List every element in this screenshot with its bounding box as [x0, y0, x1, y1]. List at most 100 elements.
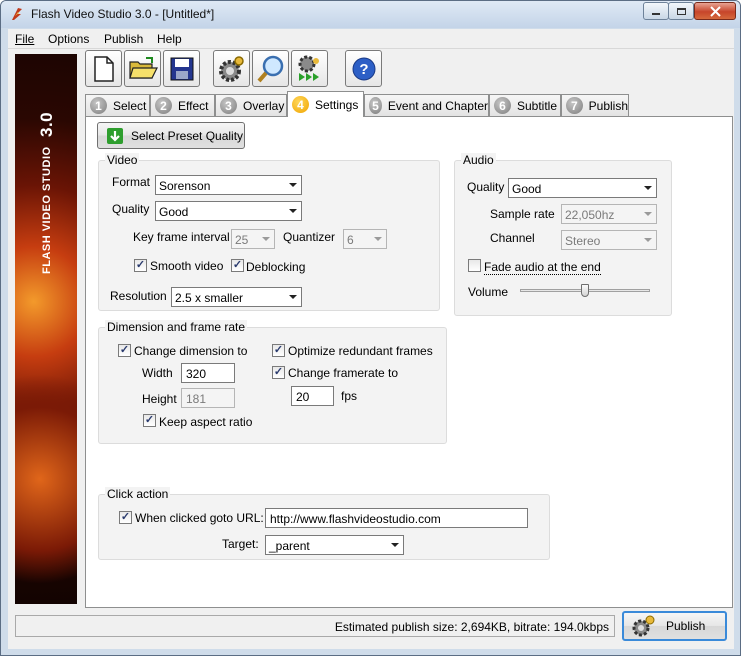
svg-text:?: ? [359, 61, 368, 78]
goto-url-checkbox[interactable]: ✓ [119, 511, 132, 524]
tab-effect[interactable]: 2 Effect [150, 94, 215, 116]
width-value: 320 [186, 367, 207, 381]
change-framerate-checkbox[interactable]: ✓ [272, 366, 285, 379]
menu-file-label: File [15, 32, 35, 46]
tab-number: 4 [292, 96, 309, 113]
app-window: Flash Video Studio 3.0 - [Untitled*] Fil… [0, 0, 741, 656]
maximize-icon [676, 7, 686, 15]
resolution-value: 2.5 x smaller [175, 291, 244, 305]
new-button[interactable] [85, 50, 122, 87]
audio-quality-value: Good [512, 182, 542, 196]
click-action-group-title: Click action [105, 487, 171, 501]
tab-event-and-chapter[interactable]: 5 Event and Chapter [364, 94, 489, 116]
sample-rate-select[interactable]: 22,050hz [561, 204, 657, 224]
client-area: FLASH VIDEO STUDIO 3.0 ? 1 Select 2 Effe… [8, 49, 734, 649]
width-label: Width [142, 366, 173, 380]
tab-label: Event and Chapter [387, 98, 488, 113]
settings-page: Select Preset Quality Video Format Soren… [85, 116, 733, 608]
menu-bar: File Options Publish Help [8, 29, 734, 49]
fade-audio-label: Fade audio at the end [484, 260, 601, 275]
batch-publish-button[interactable] [291, 50, 328, 87]
tab-strip: 1 Select 2 Effect 3 Overlay 4 Settings 5 Even… [85, 91, 733, 117]
menu-file[interactable]: File [15, 32, 34, 46]
url-value: http://www.flashvideostudio.com [270, 512, 441, 526]
help-button[interactable]: ? [345, 50, 382, 87]
chevron-down-icon [289, 295, 297, 299]
publish-button[interactable]: Publish [622, 611, 727, 641]
fps-label: fps [341, 389, 358, 403]
target-select[interactable]: _parent [265, 535, 404, 555]
resolution-label: Resolution [110, 289, 167, 303]
quantizer-label: Quantizer [283, 230, 336, 244]
deblocking-label: Deblocking [246, 260, 306, 274]
audio-quality-select[interactable]: Good [508, 178, 657, 198]
dimension-group-title: Dimension and frame rate [105, 320, 248, 334]
video-quality-select[interactable]: Good [155, 201, 302, 221]
tab-number: 2 [155, 97, 172, 114]
chevron-down-icon [644, 186, 652, 190]
tab-publish[interactable]: 7 Publish [561, 94, 629, 116]
height-label: Height [142, 392, 177, 406]
keyframe-interval-value: 25 [235, 233, 249, 247]
goto-url-label: When clicked goto URL: [135, 511, 264, 525]
keyframe-interval-label: Key frame interval [133, 230, 230, 244]
chevron-down-icon [262, 237, 270, 241]
save-disk-icon [170, 57, 193, 80]
target-label: Target: [222, 537, 259, 551]
video-group-title: Video [105, 153, 140, 167]
tab-label: Subtitle [517, 98, 558, 113]
green-down-arrow-icon [107, 127, 123, 144]
save-button[interactable] [163, 50, 200, 87]
menu-publish[interactable]: Publish [104, 32, 143, 46]
select-preset-quality-button[interactable]: Select Preset Quality [97, 122, 245, 149]
sample-rate-label: Sample rate [490, 207, 555, 221]
keyframe-interval-select[interactable]: 25 [231, 229, 275, 249]
url-input[interactable]: http://www.flashvideostudio.com [265, 508, 528, 528]
menu-options[interactable]: Options [48, 32, 89, 46]
channel-select[interactable]: Stereo [561, 230, 657, 250]
status-text: Estimated publish size: 2,694KB, bitrate… [334, 620, 609, 634]
optimize-redundant-frames-checkbox[interactable]: ✓ [272, 344, 285, 357]
quantizer-select[interactable]: 6 [343, 229, 387, 249]
format-value: Sorenson [159, 179, 211, 193]
tab-overlay[interactable]: 3 Overlay [215, 94, 287, 116]
menu-help[interactable]: Help [157, 32, 182, 46]
menu-publish-label: Publish [104, 32, 144, 46]
smooth-video-checkbox[interactable]: ✓ [134, 259, 147, 272]
maximize-button[interactable] [668, 2, 694, 20]
window-title: Flash Video Studio 3.0 - [Untitled*] [31, 7, 215, 21]
keep-aspect-ratio-checkbox[interactable]: ✓ [143, 414, 156, 427]
tab-label: Overlay [243, 98, 285, 113]
tab-label: Effect [178, 98, 209, 113]
tab-label: Publish [588, 98, 628, 113]
format-select[interactable]: Sorenson [155, 175, 302, 195]
framerate-input[interactable]: 20 [291, 386, 334, 406]
video-group: Video Format Sorenson Quality Good Key f… [98, 153, 440, 311]
minimize-button[interactable] [643, 2, 669, 20]
volume-slider-thumb[interactable] [581, 284, 589, 297]
click-action-group: Click action ✓ When clicked goto URL: ht… [98, 487, 550, 560]
tab-settings[interactable]: 4 Settings [287, 91, 364, 117]
title-bar[interactable]: Flash Video Studio 3.0 - [Untitled*] [1, 1, 740, 28]
settings-button[interactable] [213, 50, 250, 87]
audio-group-title: Audio [461, 153, 496, 167]
change-dimension-checkbox[interactable]: ✓ [118, 344, 131, 357]
banner-text: FLASH VIDEO STUDIO 3.0 [37, 64, 57, 274]
deblocking-checkbox[interactable]: ✓ [231, 259, 244, 272]
width-input[interactable]: 320 [181, 363, 235, 383]
tab-select[interactable]: 1 Select [85, 94, 150, 116]
minimize-icon [652, 12, 660, 15]
chevron-down-icon [289, 209, 297, 213]
resolution-select[interactable]: 2.5 x smaller [171, 287, 302, 307]
tab-subtitle[interactable]: 6 Subtitle [489, 94, 561, 116]
audio-quality-label: Quality [467, 180, 505, 194]
fade-audio-checkbox[interactable] [468, 259, 481, 272]
settings-gear-icon [218, 55, 244, 82]
video-quality-value: Good [159, 205, 189, 219]
height-input[interactable]: 181 [181, 388, 235, 408]
preview-button[interactable] [252, 50, 289, 87]
close-button[interactable] [694, 2, 736, 20]
chevron-down-icon [374, 237, 382, 241]
status-bar: Estimated publish size: 2,694KB, bitrate… [15, 615, 615, 637]
open-button[interactable] [124, 50, 161, 87]
